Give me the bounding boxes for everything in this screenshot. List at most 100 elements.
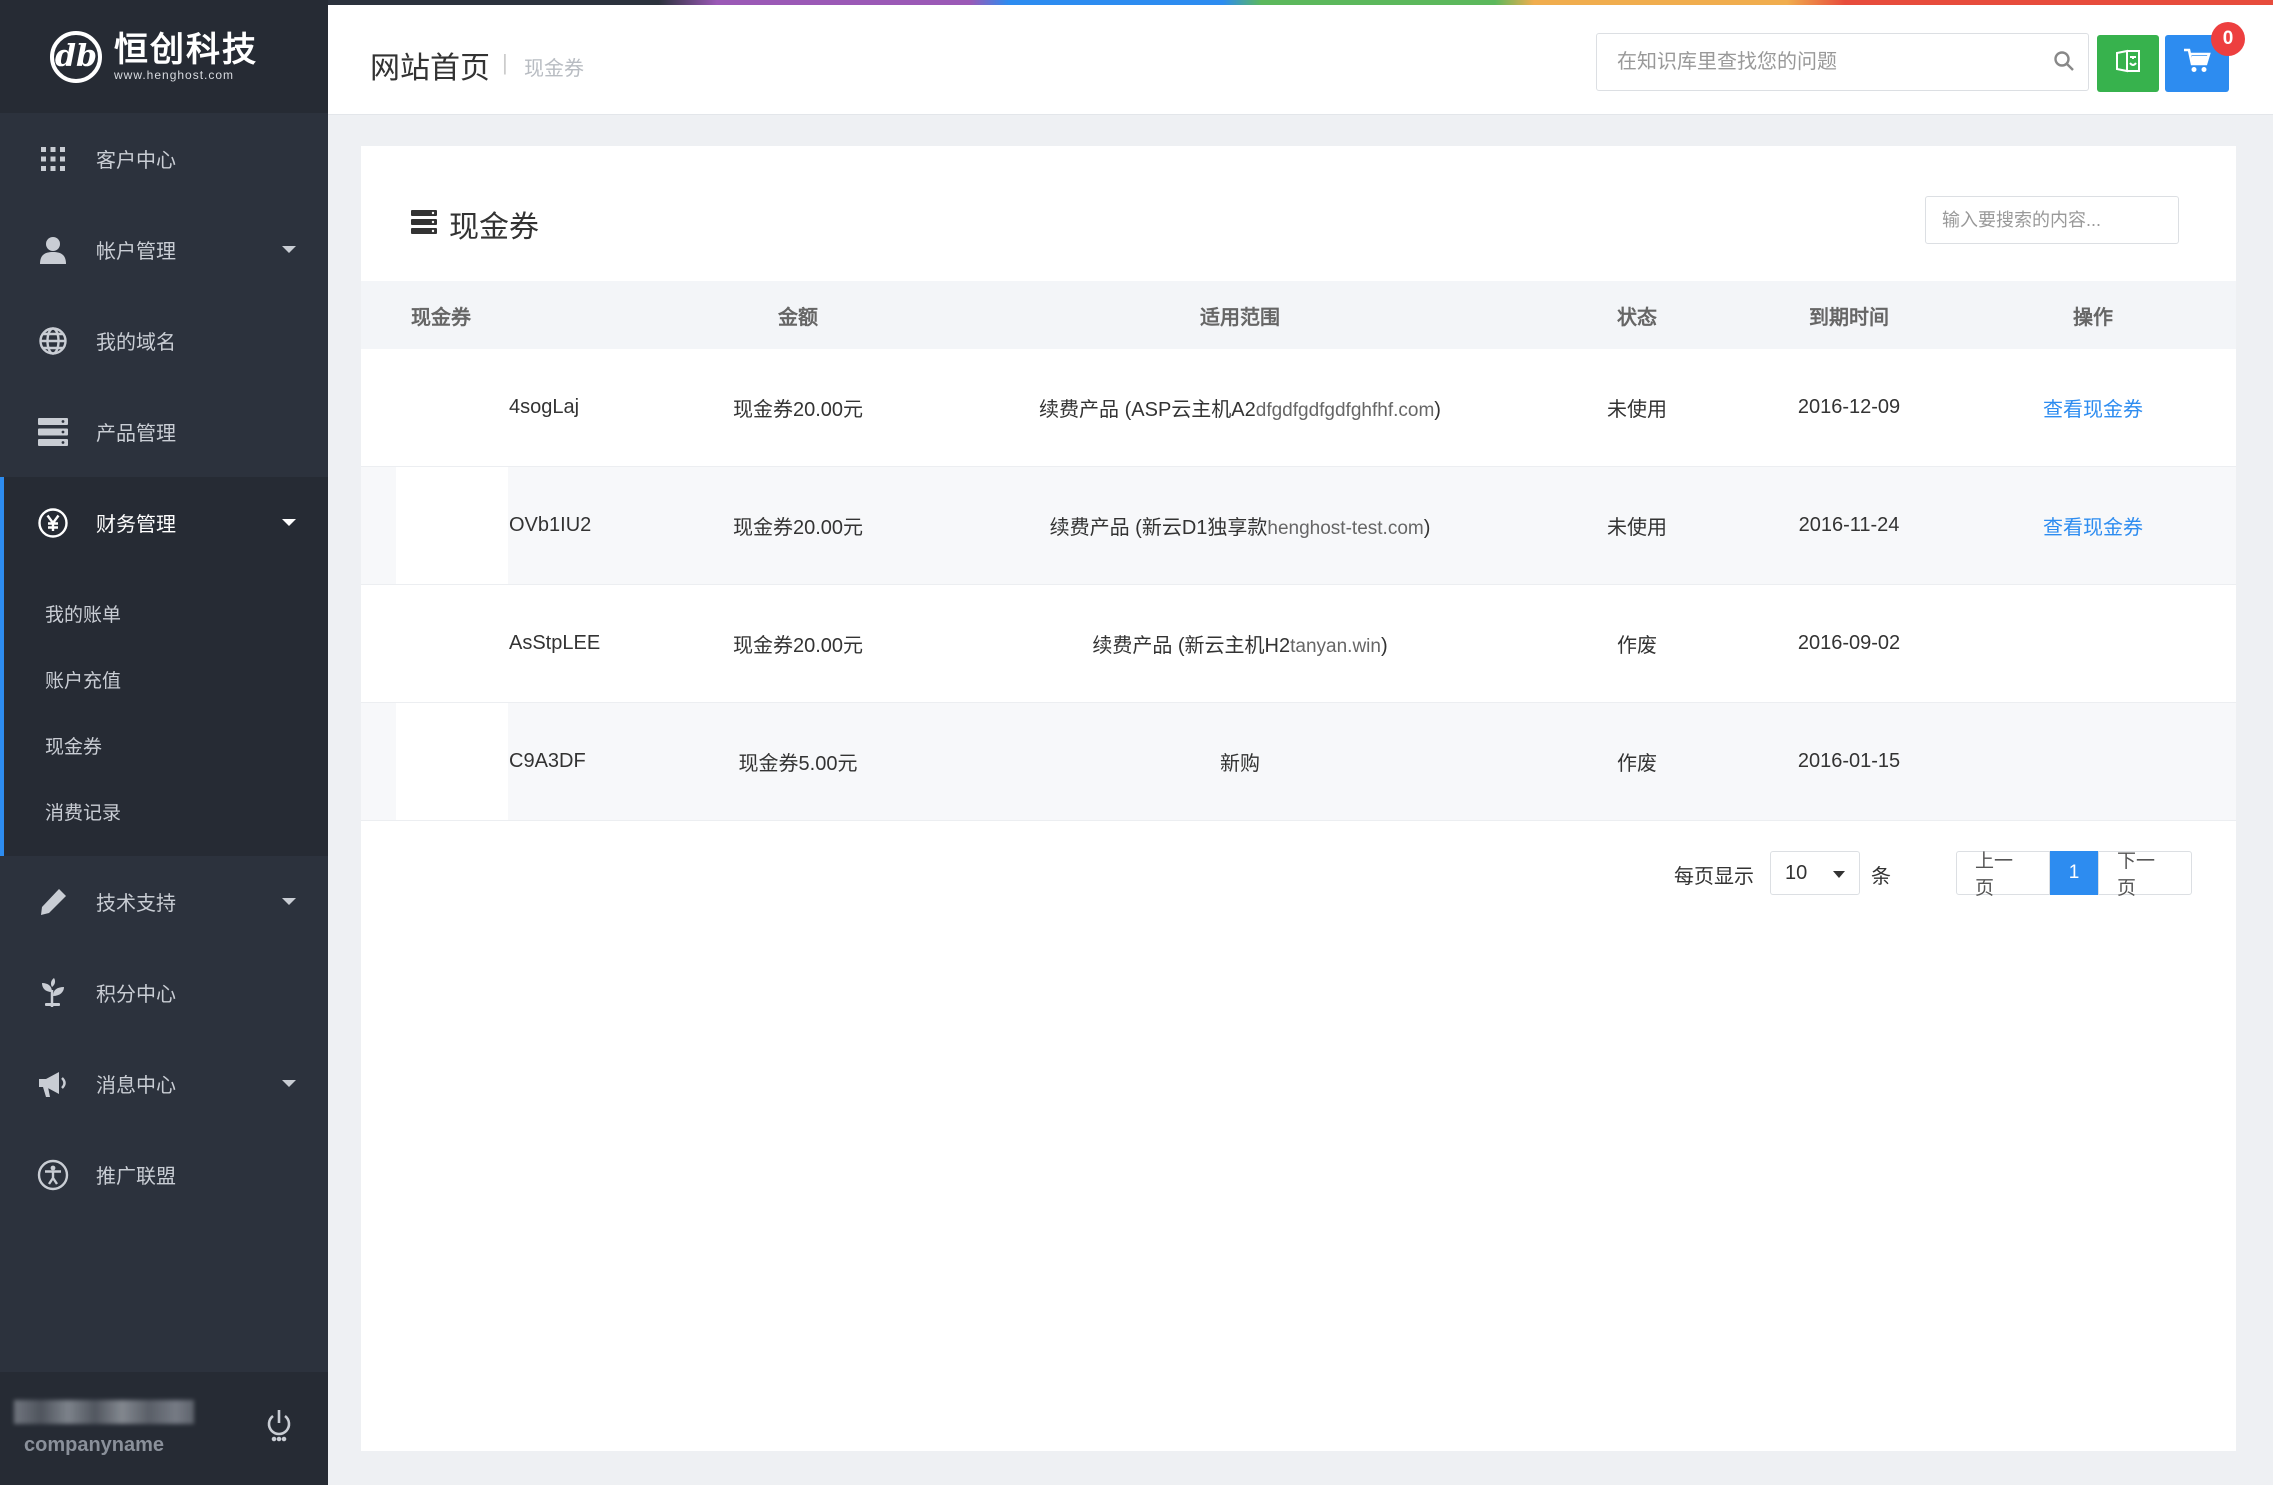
card-header: 现金券: [411, 202, 539, 246]
voucher-code-cell: AsStpLEE: [361, 584, 642, 703]
sidebar-item-messages[interactable]: 消息中心: [0, 1038, 328, 1129]
status-cell: 作废: [1526, 702, 1748, 821]
column-header-amount: 金额: [642, 281, 954, 349]
brand-name: 恒创科技: [114, 30, 258, 69]
page-title[interactable]: 网站首页: [370, 43, 490, 87]
status-cell: 未使用: [1526, 466, 1748, 585]
table-row: OVb1IU2 现金券20.00元 续费产品 (新云D1独享款henghost-…: [361, 466, 2236, 585]
sidebar-item-support[interactable]: 技术支持: [0, 856, 328, 947]
action-cell: 查看现金券: [1950, 466, 2236, 585]
view-voucher-link[interactable]: 查看现金券: [2043, 399, 2143, 421]
megaphone-icon: [36, 1067, 70, 1101]
caret-down-icon: [282, 519, 296, 526]
per-page-unit: 条: [1871, 866, 1891, 888]
caret-down-icon: [1833, 871, 1845, 878]
sidebar-item-domains[interactable]: 我的域名: [0, 295, 328, 386]
table-header-row: 现金券 金额 适用范围 状态 到期时间 操作: [361, 281, 2236, 349]
book-translate-icon: [2115, 48, 2141, 79]
table-row: 4sogLaj 现金券20.00元 续费产品 (ASP云主机A2dfgdfgdf…: [361, 349, 2236, 467]
expiry-cell: 2016-09-02: [1748, 584, 1950, 703]
sidebar-item-points[interactable]: 积分中心: [0, 947, 328, 1038]
table-row: C9A3DF 现金券5.00元 新购 作废 2016-01-15: [361, 702, 2236, 821]
search-icon[interactable]: [2052, 49, 2076, 73]
per-page-value: 10: [1785, 861, 1808, 884]
translate-button[interactable]: [2097, 35, 2159, 92]
sidebar-item-customer-center[interactable]: 客户中心: [0, 113, 328, 204]
card-title: 现金券: [449, 211, 539, 244]
sidebar-item-finance[interactable]: 财务管理: [0, 477, 328, 568]
scope-end: ): [1434, 399, 1441, 421]
view-voucher-link[interactable]: 查看现金券: [2043, 517, 2143, 539]
sidebar-item-products[interactable]: 产品管理: [0, 386, 328, 477]
voucher-code: 4sogLaj: [509, 396, 580, 418]
scope-end: ): [1380, 635, 1388, 657]
sidebar-item-label: 帐户管理: [96, 241, 176, 263]
column-header-scope: 适用范围: [954, 281, 1526, 349]
scope-domain: dfgdfgdfgdfghfhf.com: [1255, 400, 1435, 421]
sidebar-item-label: 财务管理: [96, 514, 176, 536]
amount-cell: 现金券20.00元: [642, 349, 954, 467]
submenu-item-vouchers[interactable]: 现金券: [4, 712, 328, 778]
per-page-label: 每页显示: [1674, 866, 1754, 888]
per-page-select[interactable]: 10: [1770, 851, 1860, 895]
yen-icon: [36, 506, 70, 540]
voucher-card: 现金券 现金券 金额 适用范围 状态 到期时间 操作 4sogLaj 现金券20…: [361, 146, 2236, 1451]
action-cell: [1950, 584, 2236, 703]
code-redaction: [396, 349, 508, 466]
page-1-button[interactable]: 1: [2050, 851, 2098, 895]
brand-url: www.henghost.com: [114, 67, 235, 82]
column-header-voucher: 现金券: [361, 281, 642, 349]
scope-cell: 续费产品 (新云D1独享款henghost-test.com): [954, 466, 1526, 585]
voucher-code: C9A3DF: [509, 750, 586, 772]
globe-icon: [36, 324, 70, 358]
table-search-input[interactable]: [1926, 197, 2174, 243]
sidebar-item-label: 技术支持: [96, 893, 176, 915]
voucher-code: OVb1IU2: [509, 514, 592, 536]
table-search: [1925, 196, 2179, 244]
sidebar-item-label: 客户中心: [96, 150, 176, 172]
sidebar-item-account[interactable]: 帐户管理: [0, 204, 328, 295]
caret-down-icon: [282, 898, 296, 905]
list-icon: [411, 209, 437, 239]
status-cell: 作废: [1526, 584, 1748, 703]
submenu-item-consumption[interactable]: 消费记录: [4, 778, 328, 844]
server-icon: [36, 415, 70, 449]
expiry-cell: 2016-12-09: [1748, 349, 1950, 467]
grid-icon: [36, 142, 70, 176]
caret-down-icon: [282, 246, 296, 253]
sidebar-nav: 客户中心 帐户管理 我的域名 产品管理 财务管理 我的账单 账户充值 现金券 消…: [0, 113, 328, 1220]
next-page-button[interactable]: 下一页: [2098, 851, 2192, 899]
scope-text: 续费产品 (新云D1独享款: [1049, 517, 1268, 539]
scope-cell: 续费产品 (ASP云主机A2dfgdfgdfgdfghfhf.com): [954, 349, 1526, 467]
action-cell: [1950, 702, 2236, 821]
cart-icon: [2183, 48, 2211, 79]
submenu-item-my-bills[interactable]: 我的账单: [4, 580, 328, 646]
user-icon: [36, 233, 70, 267]
expiry-cell: 2016-01-15: [1748, 702, 1950, 821]
sidebar-item-label: 积分中心: [96, 984, 176, 1006]
submenu-item-recharge[interactable]: 账户充值: [4, 646, 328, 712]
code-redaction: [396, 467, 508, 584]
sidebar-footer: companyname: [0, 1372, 328, 1485]
power-icon[interactable]: [264, 1408, 294, 1442]
company-name: companyname: [24, 1434, 165, 1456]
breadcrumb: 现金券: [524, 58, 584, 80]
pencil-icon: [36, 885, 70, 919]
user-avatar-blurred: [14, 1400, 194, 1424]
voucher-code-cell: C9A3DF: [361, 702, 642, 821]
prev-page-button[interactable]: 上一页: [1956, 851, 2050, 899]
breadcrumb-separator: |: [502, 50, 508, 75]
column-header-actions: 操作: [1950, 281, 2236, 349]
logo[interactable]: db 恒创科技 www.henghost.com: [0, 0, 328, 113]
amount-cell: 现金券5.00元: [642, 702, 954, 821]
sidebar-item-affiliate[interactable]: 推广联盟: [0, 1129, 328, 1220]
sidebar-item-label: 推广联盟: [96, 1166, 176, 1188]
sidebar: db 恒创科技 www.henghost.com 客户中心 帐户管理 我的域名 …: [0, 0, 328, 1485]
knowledge-search-input[interactable]: [1597, 34, 2049, 90]
voucher-code-cell: OVb1IU2: [361, 466, 642, 585]
scope-domain: henghost-test.com: [1267, 518, 1424, 539]
voucher-code-cell: 4sogLaj: [361, 349, 642, 467]
logo-mark: db: [50, 30, 102, 83]
table-row: AsStpLEE 现金券20.00元 续费产品 (新云主机H2tanyan.wi…: [361, 584, 2236, 703]
scope-text: 续费产品 (ASP云主机A2: [1039, 399, 1256, 421]
